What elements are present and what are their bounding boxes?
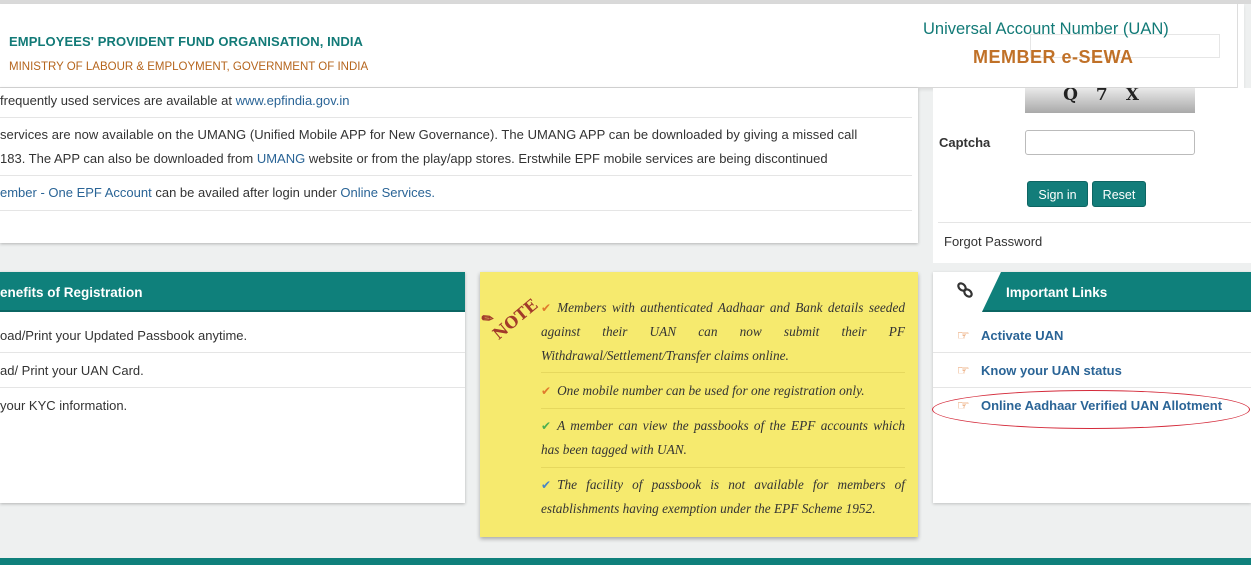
info-text: frequently used services are available a… <box>0 93 236 108</box>
one-epf-account-link[interactable]: ember - One EPF Account <box>0 185 152 200</box>
note-item: ✔ The facility of passbook is not availab… <box>541 473 905 521</box>
divider <box>541 372 905 373</box>
check-icon: ✔ <box>541 301 552 315</box>
info-text: 183. The APP can also be downloaded from <box>0 151 257 166</box>
note-card: ✎ NOTE ✔ Members with authenticated Aadha… <box>477 272 918 537</box>
important-link-row[interactable]: ☞ Know your UAN status <box>933 353 1251 388</box>
benefits-card: enefits of Registration oad/Print your U… <box>0 272 465 503</box>
captcha-label: Captcha <box>939 135 991 150</box>
check-icon: ✔ <box>541 384 552 398</box>
red-highlight-ellipse <box>932 390 1250 429</box>
member-esewa-title: MEMBER e-SEWA <box>973 47 1134 67</box>
forgot-password-box: Forgot Password <box>938 222 1251 260</box>
pointing-hand-icon: ☞ <box>957 362 970 378</box>
info-text-line2: 183. The APP can also be downloaded from… <box>0 147 912 171</box>
online-services-link[interactable]: Online Services. <box>340 185 435 200</box>
benefits-title: enefits of Registration <box>0 272 465 312</box>
info-text: services are now available on the UMANG … <box>0 127 858 142</box>
info-row-services: frequently used services are available a… <box>0 88 912 118</box>
check-icon: ✔ <box>541 478 552 492</box>
org-name: EMPLOYEES' PROVIDENT FUND ORGANISATION, … <box>9 34 364 49</box>
benefit-item: ad/ Print your UAN Card. <box>0 353 465 388</box>
header-scrollbar[interactable] <box>1237 4 1244 92</box>
chain-link-icon <box>955 280 975 305</box>
site-header: EMPLOYEES' PROVIDENT FUND ORGANISATION, … <box>0 4 1244 92</box>
note-text: A member can view the passbooks of the E… <box>541 418 905 457</box>
check-icon: ✔ <box>541 419 552 433</box>
forgot-password-link[interactable]: Forgot Password <box>944 234 1042 249</box>
pointing-hand-icon: ☞ <box>957 327 970 343</box>
footer-band <box>0 558 1251 565</box>
links-icon-box <box>933 272 1001 312</box>
note-text: One mobile number can be used for one re… <box>557 383 865 398</box>
info-text: website or from the play/app stores. Ers… <box>305 151 828 166</box>
benefit-item: oad/Print your Updated Passbook anytime. <box>0 318 465 353</box>
uan-title: Universal Account Number (UAN) <box>923 20 1169 38</box>
important-links-card: Important Links ☞ Activate UAN ☞ Know yo… <box>933 272 1251 503</box>
important-link-row[interactable]: ☞ Activate UAN <box>933 318 1251 353</box>
reset-button[interactable]: Reset <box>1092 181 1146 207</box>
captcha-image: Q7X <box>1025 88 1195 113</box>
info-row-one-epf: ember - One EPF Account can be availed a… <box>0 176 912 211</box>
note-item: ✔ Members with authenticated Aadhaar and … <box>541 296 905 368</box>
captcha-input[interactable] <box>1025 130 1195 155</box>
divider <box>541 467 905 468</box>
note-text: The facility of passbook is not availabl… <box>541 477 905 516</box>
know-uan-status-link[interactable]: Know your UAN status <box>981 363 1122 378</box>
info-card: frequently used services are available a… <box>0 88 918 243</box>
sign-in-button[interactable]: Sign in <box>1027 181 1088 207</box>
epfindia-link[interactable]: www.epfindia.gov.in <box>236 93 350 108</box>
info-row-umang: services are now available on the UMANG … <box>0 118 912 176</box>
divider <box>541 408 905 409</box>
ministry-name: MINISTRY OF LABOUR & EMPLOYMENT, GOVERNM… <box>9 61 369 73</box>
note-item: ✔ A member can view the passbooks of the … <box>541 414 905 462</box>
important-links-title: Important Links <box>1006 285 1108 300</box>
activate-uan-link[interactable]: Activate UAN <box>981 328 1063 343</box>
note-item: ✔ One mobile number can be used for one r… <box>541 379 905 403</box>
note-badge: ✎ NOTE <box>477 281 548 351</box>
umang-link[interactable]: UMANG <box>257 151 305 166</box>
important-links-header: Important Links <box>933 272 1251 312</box>
note-text: Members with authenticated Aadhaar and B… <box>541 300 905 363</box>
benefit-item: your KYC information. <box>0 398 128 413</box>
info-text: can be availed after login under <box>151 185 341 200</box>
